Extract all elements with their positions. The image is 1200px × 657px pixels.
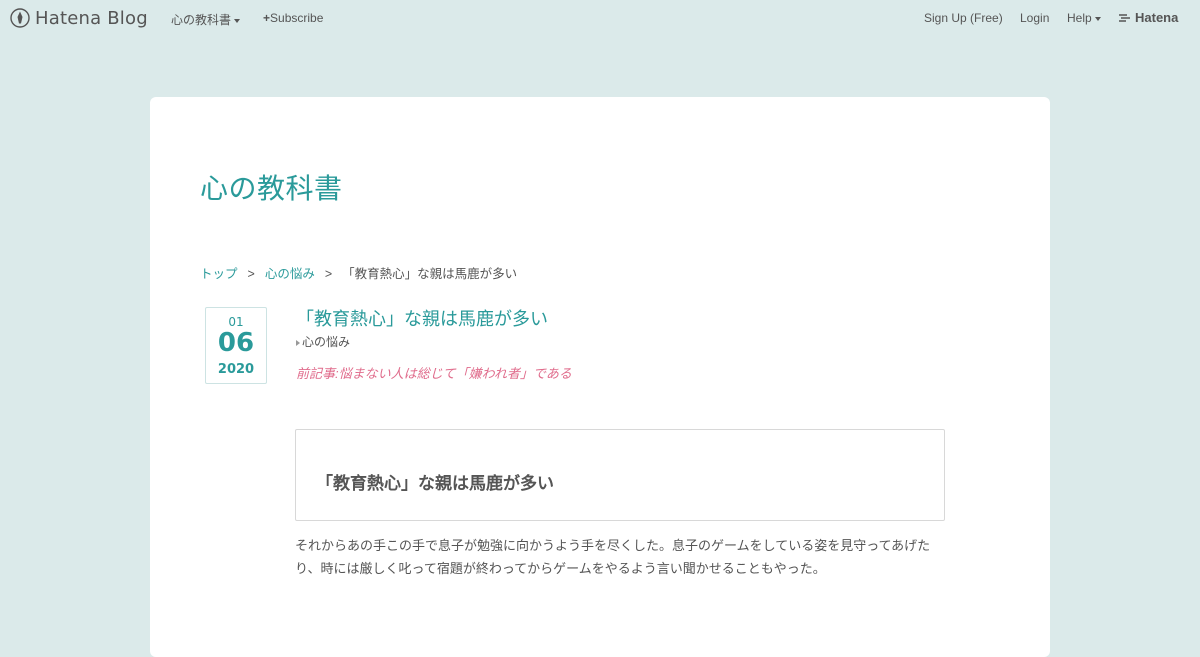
entry-category[interactable]: 心の悩み (296, 333, 350, 350)
help-label: Help (1067, 11, 1092, 25)
breadcrumb: トップ > 心の悩み > 「教育熱心」な親は馬鹿が多い (200, 263, 517, 282)
blog-title[interactable]: 心の教科書 (200, 167, 343, 207)
entry-date[interactable]: 01 06 2020 (205, 307, 267, 384)
breadcrumb-link-top[interactable]: トップ (200, 267, 238, 281)
subscribe-button[interactable]: +Subscribe (263, 11, 323, 25)
article-paragraph: それからあの手この手で息子が勉強に向かうよう手を尽くした。息子のゲームをしている… (295, 538, 931, 576)
chevron-down-icon (234, 18, 241, 23)
chevron-down-icon (1094, 16, 1101, 21)
breadcrumb-link-category[interactable]: 心の悩み (265, 267, 315, 281)
plus-icon: + (263, 11, 271, 25)
blog-menu-label: 心の教科書 (171, 13, 232, 27)
entry-date-day: 06 (217, 328, 255, 358)
hatena-blog-logo[interactable]: Hatena Blog (10, 6, 148, 30)
article-heading: 「教育熱心」な親は馬鹿が多い (316, 474, 554, 493)
hatena-bird-icon (1119, 13, 1130, 22)
login-link[interactable]: Login (1020, 11, 1049, 25)
subscribe-label: Subscribe (270, 11, 324, 25)
signup-link[interactable]: Sign Up (Free) (924, 11, 1003, 25)
article-heading-box: 「教育熱心」な親は馬鹿が多い (295, 429, 945, 521)
blog-main-card: 心の教科書 トップ > 心の悩み > 「教育熱心」な親は馬鹿が多い 01 06 2020… (150, 97, 1050, 657)
breadcrumb-separator: > (247, 267, 255, 281)
caret-right-icon (296, 339, 300, 346)
breadcrumb-current: 「教育熱心」な親は馬鹿が多い (342, 267, 518, 281)
hatena-blog-pen-icon (10, 8, 30, 28)
previous-article-link[interactable]: 前記事:悩まない人は総じて「嫌われ者」である (296, 363, 572, 382)
entry-category-label: 心の悩み (302, 335, 351, 349)
entry-date-month: 01 (228, 315, 244, 329)
breadcrumb-separator: > (324, 267, 333, 281)
hatena-logo[interactable]: Hatena (1118, 10, 1178, 25)
hatena-blog-wordmark: Hatena Blog (35, 7, 148, 29)
hatena-wordmark: Hatena (1135, 10, 1179, 25)
help-dropdown[interactable]: Help (1067, 11, 1101, 25)
entry-title[interactable]: 「教育熱心」な親は馬鹿が多い (296, 305, 548, 331)
entry-date-year: 2020 (217, 362, 255, 377)
global-header: Hatena Blog 心の教科書 +Subscribe Sign Up (Fr… (0, 0, 1200, 36)
blog-menu-dropdown[interactable]: 心の教科書 (171, 11, 241, 28)
